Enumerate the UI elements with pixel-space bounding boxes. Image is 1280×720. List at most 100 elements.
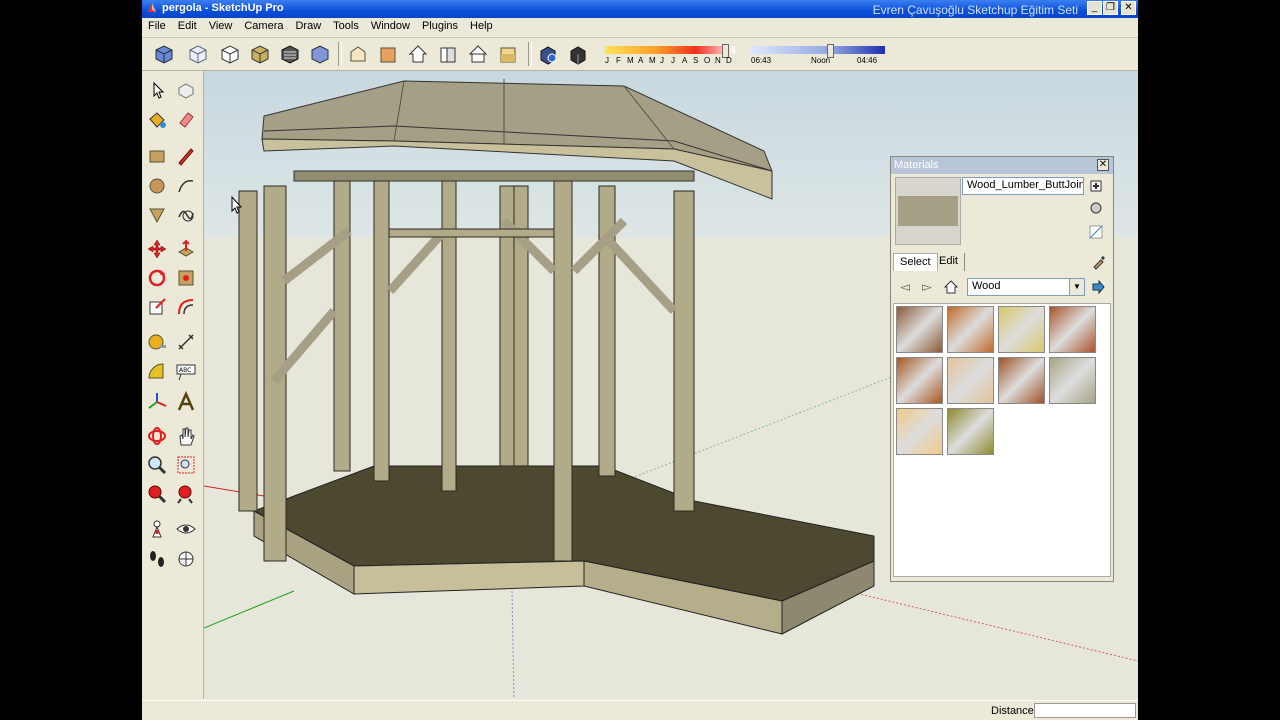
protractor-tool-icon[interactable]	[146, 361, 168, 383]
sample-paint-eyedropper-icon[interactable]	[1091, 254, 1107, 270]
distance-input[interactable]	[1034, 703, 1136, 718]
materials-tabs: Select Edit	[891, 253, 1113, 273]
arc-tool-icon[interactable]	[175, 175, 197, 197]
tab-select[interactable]: Select	[893, 253, 938, 271]
scale-tool-icon[interactable]	[146, 296, 168, 318]
materials-title: Materials	[894, 159, 939, 171]
rotate-tool-icon[interactable]	[146, 267, 168, 289]
left-toolbar: ABC	[142, 71, 204, 699]
zoom-extents-icon[interactable]	[175, 483, 197, 505]
text-tool-icon[interactable]: ABC	[175, 361, 197, 383]
shaded-style-icon[interactable]	[248, 42, 272, 66]
axes-tool-icon[interactable]	[146, 391, 168, 413]
top-view-icon[interactable]	[346, 42, 370, 66]
3d-text-tool-icon[interactable]	[175, 391, 197, 413]
no-material-icon[interactable]	[1089, 225, 1103, 239]
pencil-line-icon[interactable]	[175, 145, 197, 167]
month-slider-track[interactable]	[605, 46, 735, 54]
menu-file[interactable]: File	[142, 18, 172, 37]
library-select[interactable]: Wood ▼	[967, 278, 1085, 296]
walk-footprints-icon[interactable]	[146, 548, 168, 570]
offset-tool-icon[interactable]	[175, 296, 197, 318]
swatch-wood-maple[interactable]	[947, 357, 994, 404]
time-end-label: 04:46	[857, 56, 878, 65]
top-toolbar: J F M A M J J A S O N D 06:43 Noon 04:46	[142, 38, 1138, 71]
zoom-tool-icon[interactable]	[146, 454, 168, 476]
swatch-wood-cherry[interactable]	[896, 306, 943, 353]
swatch-wood-bamboo[interactable]	[896, 408, 943, 455]
swatch-wood-cherry-original[interactable]	[947, 306, 994, 353]
menu-draw[interactable]: Draw	[289, 18, 327, 37]
dimension-tool-icon[interactable]	[175, 331, 197, 353]
display-shadows-icon[interactable]	[566, 42, 590, 66]
section-plane-icon[interactable]	[175, 548, 197, 570]
circle-tool-icon[interactable]	[146, 175, 168, 197]
title-bar: pergola - SketchUp Pro Evren Çavuşoğlu S…	[142, 0, 1138, 18]
menu-help[interactable]: Help	[464, 18, 499, 37]
eraser-icon[interactable]	[175, 109, 197, 131]
swatch-wood-floor[interactable]	[896, 357, 943, 404]
home-icon[interactable]	[943, 279, 959, 295]
menu-camera[interactable]: Camera	[238, 18, 289, 37]
home-view-icon[interactable]	[406, 42, 430, 66]
material-preview-swatch	[898, 196, 958, 226]
swatch-wood-mahogany[interactable]	[998, 357, 1045, 404]
look-around-eye-icon[interactable]	[175, 518, 197, 540]
polygon-tool-icon[interactable]	[146, 203, 168, 225]
month-label: S	[693, 56, 699, 65]
swatch-wood-walnut[interactable]	[1049, 306, 1096, 353]
back-view-icon[interactable]	[466, 42, 490, 66]
rectangle-tool-icon[interactable]	[146, 145, 168, 167]
previous-view-icon[interactable]	[146, 483, 168, 505]
swatch-wood-light-yellow[interactable]	[998, 306, 1045, 353]
sketchup-window: pergola - SketchUp Pro Evren Çavuşoğlu S…	[142, 0, 1138, 720]
time-slider-track[interactable]	[750, 46, 885, 54]
menu-edit[interactable]: Edit	[172, 18, 203, 37]
menu-view[interactable]: View	[203, 18, 239, 37]
back-arrow-icon[interactable]: ◅	[897, 280, 913, 296]
maximize-button[interactable]: ❐	[1103, 1, 1118, 15]
right-view-icon[interactable]	[436, 42, 460, 66]
close-button[interactable]: ✕	[1121, 1, 1136, 15]
position-camera-icon[interactable]	[146, 518, 168, 540]
tape-measure-icon[interactable]	[146, 331, 168, 353]
materials-panel: Materials ✕ Wood_Lumber_ButtJoin Select …	[890, 156, 1114, 582]
svg-text:ABC: ABC	[179, 367, 191, 374]
details-arrow-icon[interactable]	[1090, 279, 1106, 295]
textured-style-icon[interactable]	[278, 42, 302, 66]
materials-title-bar[interactable]: Materials ✕	[891, 157, 1113, 174]
follow-me-tool-icon[interactable]	[175, 267, 197, 289]
default-material-icon[interactable]	[1089, 201, 1103, 215]
material-name-field[interactable]: Wood_Lumber_ButtJoin	[962, 177, 1084, 195]
menu-bar: File Edit View Camera Draw Tools Window Plugins…	[142, 18, 1138, 38]
make-component-icon[interactable]	[175, 79, 197, 101]
toolbar-separator	[338, 42, 342, 66]
create-material-icon[interactable]	[1089, 179, 1103, 193]
zoom-window-icon[interactable]	[175, 454, 197, 476]
menu-plugins[interactable]: Plugins	[416, 18, 464, 37]
orbit-tool-icon[interactable]	[146, 425, 168, 447]
move-tool-icon[interactable]	[146, 238, 168, 260]
freehand-tool-icon[interactable]	[175, 203, 197, 225]
iso-view-icon[interactable]	[152, 42, 176, 66]
paint-bucket-icon[interactable]	[146, 109, 168, 131]
menu-tools[interactable]: Tools	[327, 18, 365, 37]
push-pull-tool-icon[interactable]	[175, 238, 197, 260]
shadow-settings-icon[interactable]	[536, 42, 560, 66]
left-view-icon[interactable]	[496, 42, 520, 66]
menu-window[interactable]: Window	[365, 18, 416, 37]
front-view-icon[interactable]	[376, 42, 400, 66]
watermark-text: Evren Çavuşoğlu Sketchup Eğitim Seti	[872, 3, 1078, 17]
swatch-wood-lumber[interactable]	[1049, 357, 1096, 404]
xray-style-icon[interactable]	[186, 42, 210, 66]
select-arrow-icon[interactable]	[146, 79, 168, 101]
chevron-down-icon[interactable]: ▼	[1069, 279, 1084, 295]
monochrome-style-icon[interactable]	[308, 42, 332, 66]
pan-hand-icon[interactable]	[175, 425, 197, 447]
hidden-line-style-icon[interactable]	[218, 42, 242, 66]
tab-edit[interactable]: Edit	[933, 253, 965, 271]
minimize-button[interactable]: _	[1087, 1, 1102, 15]
forward-arrow-icon[interactable]: ▻	[919, 280, 935, 296]
materials-close-button[interactable]: ✕	[1097, 159, 1109, 171]
swatch-wood-olive[interactable]	[947, 408, 994, 455]
